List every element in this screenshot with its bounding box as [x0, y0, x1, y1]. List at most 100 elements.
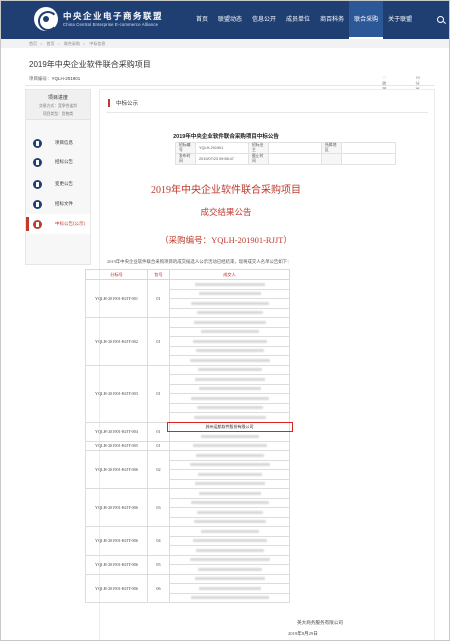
procurement-number: （采购编号：YQLH-201901-RJJT）: [160, 235, 292, 245]
vendor-name-redacted: [169, 317, 290, 328]
table-row: YQLH-201901-RJJT-006 06: [85, 573, 290, 603]
redacted-text: [196, 510, 263, 514]
meta-key: 发布时间: [175, 153, 196, 165]
nav-item[interactable]: 联盟动态: [213, 1, 247, 39]
sidebar-title: 项目进度: [47, 95, 68, 101]
lot-number: YQLH-201901-RJJT-002: [85, 317, 148, 366]
redacted-text: [193, 415, 266, 419]
redacted-text: [195, 453, 264, 457]
package-number: 01: [147, 364, 170, 423]
alliance-logo-icon[interactable]: [34, 7, 58, 31]
table-row: YQLH-201901-RJJT-005 01: [85, 440, 290, 451]
breadcrumb-item[interactable]: 首页: [29, 41, 37, 46]
package-number: 06: [147, 573, 170, 603]
table-row: YQLH-201901-RJJT-006 04: [85, 526, 290, 556]
issue-date: 2019年8月29日: [288, 631, 318, 636]
redacted-text: [198, 292, 261, 296]
winner-table: 分标号 包号 成交人 YQLH-201901-RJJT-001 01 YQLH-20…: [85, 269, 293, 603]
sidebar-item-tender-notice[interactable]: 招标公告: [26, 152, 90, 172]
redacted-text: [195, 349, 264, 353]
vendor-name-redacted: [169, 535, 290, 546]
redacted-text: [200, 529, 259, 533]
search-icon[interactable]: [437, 16, 444, 23]
redacted-text: [197, 567, 262, 571]
meta-blank: [341, 153, 396, 165]
nav-item[interactable]: 首页: [191, 1, 213, 39]
vendor-name-redacted: [169, 431, 290, 442]
breadcrumb-item: 中标信息: [89, 41, 106, 46]
issuer-name: 英大商务服务有限公司: [297, 620, 343, 625]
nav-item[interactable]: 成员单位: [281, 1, 315, 39]
nav-item[interactable]: 信息公开: [247, 1, 281, 39]
redacted-text: [192, 444, 267, 448]
table-row: YQLH-201901-RJJT-006 03: [85, 488, 290, 527]
table-row: YQLH-201901-RJJT-001 01: [85, 279, 290, 318]
breadcrumb: 首页 > 首页 > 联合采购 > 中标信息: [1, 39, 449, 48]
package-number: 04: [147, 526, 170, 556]
announcement-subheading: 成交结果公告: [200, 207, 252, 217]
project-number-value: YQLH-201901: [51, 76, 81, 81]
vendor-name-redacted: [169, 336, 290, 347]
lot-number: YQLH-201901-RJJT-006: [85, 488, 148, 527]
project-type: 项目类型：货物类: [42, 112, 74, 116]
brand-name[interactable]: 中央企业电子商务联盟: [63, 10, 163, 22]
package-number: 05: [147, 554, 170, 575]
vendor-name-redacted: [169, 583, 290, 594]
vendor-name-redacted: [169, 307, 290, 318]
meta-value: [268, 153, 322, 165]
vendor-name-redacted: [169, 526, 290, 537]
sidebar-header: 项目进度 交易方式：竞争性谈判 项目类型：货物类: [26, 90, 90, 120]
announcement-intro: 2019年中央企业软件联合采购项目的成交候选人公示活动已经结束，现将成交人名单公…: [107, 259, 292, 264]
vendor-name-redacted: [169, 592, 290, 603]
redacted-text: [192, 539, 267, 543]
redacted-text: [190, 501, 269, 505]
meta-key: 所属地区: [321, 142, 342, 154]
nav-item[interactable]: 联合采购: [349, 1, 384, 39]
vendor-name-redacted: [169, 459, 290, 470]
vendor-name-redacted: [169, 345, 290, 356]
table-row: YQLH-201901-RJJT-002 01: [85, 317, 290, 366]
meta-value: YQLH-201901: [195, 142, 249, 154]
table-row: YQLH-201901-RJJT-006 02: [85, 450, 290, 489]
main-nav: 首页 联盟动态 信息公开 成员单位 商百科务 联合采购 关于联盟: [191, 1, 417, 39]
page-title: 2019年中央企业软件联合采购项目: [29, 60, 151, 69]
column-header: 分标号: [85, 269, 148, 280]
nav-item[interactable]: 关于联盟: [383, 1, 417, 39]
highlighted-winner: 苏州运航软件股份有限公司: [167, 421, 293, 432]
vendor-name-redacted: [169, 288, 290, 299]
meta-key: 截止时间: [248, 153, 269, 165]
vendor-name-redacted: [169, 497, 290, 508]
redacted-text: [196, 311, 263, 315]
lot-number: YQLH-201901-RJJT-005: [85, 440, 148, 451]
redacted-text: [198, 586, 261, 590]
vendor-name-redacted: [169, 393, 290, 404]
vendor-name-redacted: [169, 469, 290, 480]
nav-item[interactable]: 商百科务: [315, 1, 349, 39]
document-icon: [33, 157, 42, 167]
award-icon: [33, 219, 42, 229]
tab-award-announcement[interactable]: 中标公示: [108, 99, 138, 107]
lot-number: YQLH-201901-RJJT-006: [85, 526, 148, 556]
package-number: 01: [147, 317, 170, 366]
vendor-name-redacted: [169, 279, 290, 290]
active-marker: [26, 217, 29, 231]
table-row: YQLH-201901-RJJT-006 05: [85, 554, 290, 575]
redacted-text: [194, 377, 265, 381]
breadcrumb-item[interactable]: 首页: [46, 41, 54, 46]
vendor-name-redacted: [169, 488, 290, 499]
vendor-name-redacted: [169, 355, 290, 366]
notice-meta-table: 招标编号 YQLH-201901 招标业主 所属地区 发布时间 2019/07/…: [175, 142, 396, 165]
vendor-name-redacted: [169, 440, 290, 451]
meta-key: 招标编号: [175, 142, 196, 154]
redacted-text: [190, 596, 269, 600]
notice-title: 2019年中央企业软件联合采购项目中标公告: [173, 134, 279, 140]
sidebar-item-label: 项目信息: [55, 140, 73, 145]
redacted-text: [190, 396, 269, 400]
package-number: 02: [147, 450, 170, 489]
breadcrumb-item[interactable]: 联合采购: [64, 41, 80, 46]
vendor-name-redacted: [169, 374, 290, 385]
winner-name: 苏州运航软件股份有限公司: [205, 423, 254, 429]
vendor-name-redacted: [169, 326, 290, 337]
redacted-text: [189, 358, 270, 362]
vendor-name-redacted: [169, 364, 290, 375]
